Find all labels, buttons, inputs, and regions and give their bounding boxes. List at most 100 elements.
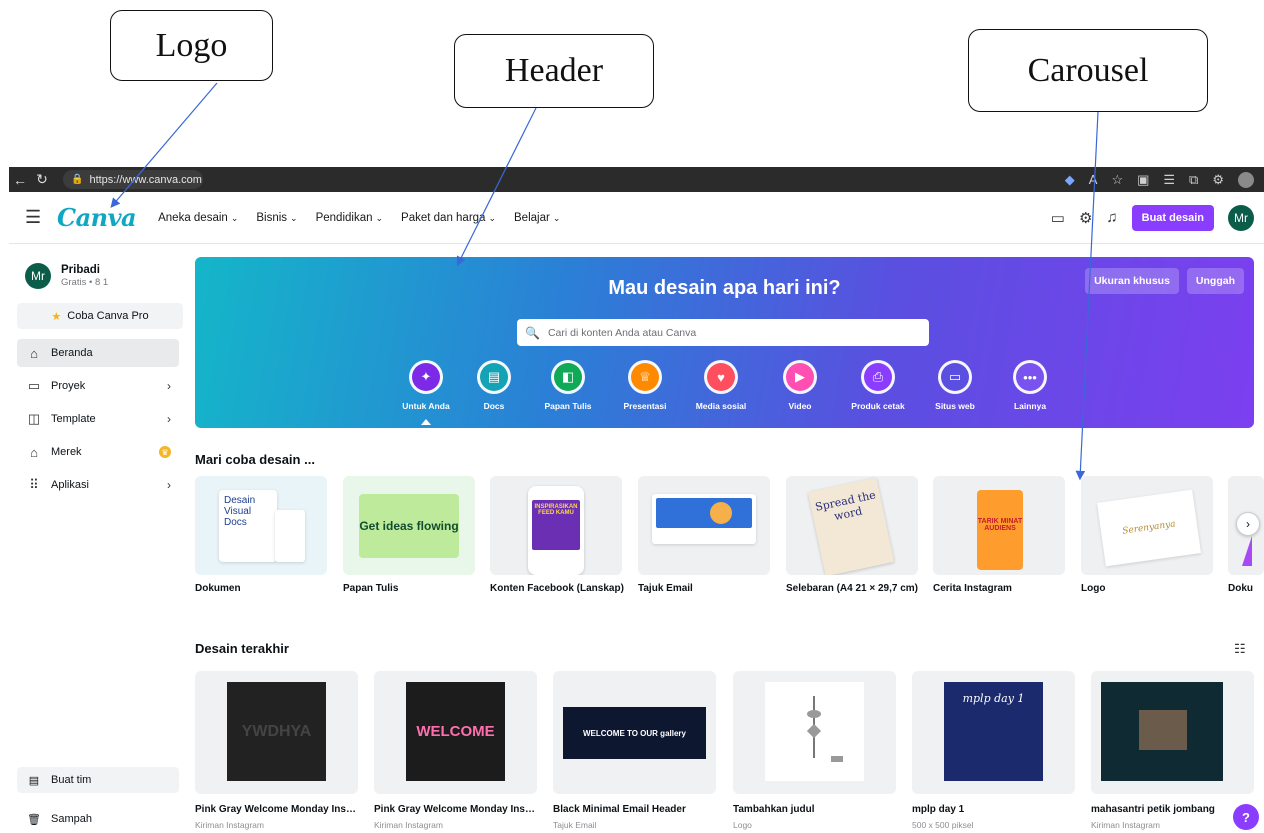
print-icon: ⎙ [864, 363, 892, 391]
flow-node [806, 723, 822, 739]
thumb-text: mplp day 1 [962, 692, 1025, 705]
crown-badge-icon: ♛ [159, 446, 171, 458]
user-profile[interactable]: Mr Pribadi Gratis • 8 1 [25, 263, 187, 289]
favorites-icon[interactable]: ☰ [1163, 172, 1175, 188]
thumb-text: WELCOME TO OUR gallery [583, 728, 686, 738]
nav-item-paket-dan-harga[interactable]: Paket dan harga ⌄ [401, 212, 496, 224]
sidebar-item-aplikasi[interactable]: ⠿ Aplikasi › [17, 471, 179, 499]
selected-category-indicator [421, 419, 431, 425]
tag-icon[interactable]: ◆ [1065, 172, 1075, 188]
settings-icon[interactable]: ⚙ [1079, 209, 1092, 227]
category-label: Lainnya [1013, 401, 1047, 411]
nav-menu: Aneka desain ⌄ Bisnis ⌄ Pendidikan ⌄ Paket … [158, 212, 560, 224]
category-presentasi[interactable]: ♕ Presentasi [610, 363, 680, 411]
search-placeholder: Cari di konten Anda atau Canva [547, 326, 697, 339]
category-lainnya[interactable]: ••• Lainnya [995, 363, 1065, 411]
thumb-doc: Desain Visual Docs [219, 490, 277, 562]
nav-item-label: Aneka desain [158, 211, 228, 224]
tile-instagram-story[interactable]: TARIK MINAT AUDIENS [933, 476, 1065, 575]
nav-item-belajar[interactable]: Belajar ⌄ [514, 212, 560, 224]
recent-title: Pink Gray Welcome Monday Insta... [374, 804, 538, 815]
help-button[interactable]: ? [1233, 804, 1259, 830]
sidebar-item-beranda[interactable]: ⌂ Beranda [17, 339, 179, 367]
thumb-recent: mplp day 1 [944, 682, 1043, 781]
custom-size-button[interactable]: Ukuran khusus [1085, 268, 1179, 294]
try-pro-button[interactable]: ★ Coba Canva Pro [17, 303, 183, 329]
sidebar-item-label: Proyek [51, 380, 86, 392]
page: Logo Header Carousel ← ↻ 🔒 https://www.c… [0, 0, 1264, 833]
recent-title: Pink Gray Welcome Monday Insta... [195, 804, 359, 815]
tile-logo[interactable]: Serenyanya [1081, 476, 1213, 575]
read-aloud-icon[interactable]: A [1089, 172, 1098, 187]
category-situs-web[interactable]: ▭ Situs web [920, 363, 990, 411]
recent-title: Black Minimal Email Header [553, 804, 686, 815]
thumb-doc-small [275, 510, 305, 562]
recent-type: Kiriman Instagram [195, 820, 264, 830]
hero-actions: Ukuran khusus Unggah [1085, 268, 1244, 294]
carousel-next-button[interactable]: › [1236, 512, 1260, 536]
tile-email-header[interactable] [638, 476, 770, 575]
star-icon[interactable]: ☆ [1111, 172, 1123, 188]
nav-item-aneka-desain[interactable]: Aneka desain ⌄ [158, 212, 238, 224]
sidebar-item-merek[interactable]: ⌂ Merek ♛ [17, 438, 179, 466]
upload-button[interactable]: Unggah [1186, 268, 1244, 294]
chevron-down-icon: ⌄ [552, 212, 561, 223]
back-icon[interactable]: ← [9, 172, 31, 188]
create-team-label: Buat tim [51, 774, 92, 786]
extensions-icon[interactable]: ⚙ [1212, 172, 1224, 188]
tile-papan-tulis[interactable]: Get ideas flowing [343, 476, 475, 575]
apps-icon: ⠿ [29, 477, 39, 492]
category-video[interactable]: ▶ Video [765, 363, 835, 411]
recent-design[interactable]: YWDHYA [195, 671, 358, 794]
browser-actions: ◆ A ☆ ▣ ☰ ⧉ ⚙ [1065, 171, 1264, 188]
tile-flyer[interactable]: Spread the word [786, 476, 918, 575]
nav-item-pendidikan[interactable]: Pendidikan ⌄ [316, 212, 383, 224]
tile-facebook[interactable]: INSPIRASIKAN FEED KAMU [490, 476, 622, 575]
recent-design[interactable]: WELCOME [374, 671, 537, 794]
create-design-button[interactable]: Buat desain [1131, 204, 1214, 231]
recent-title: mahasantri petik jombang [1091, 804, 1215, 815]
category-papan-tulis[interactable]: ◧ Papan Tulis [533, 363, 603, 411]
address-bar[interactable]: 🔒 https://www.canva.com [63, 170, 203, 189]
category-media-sosial[interactable]: ♥ Media sosial [686, 363, 756, 411]
recent-type: Tajuk Email [553, 820, 597, 830]
category-label: Situs web [935, 401, 975, 411]
carousel-callout: Carousel [968, 29, 1208, 112]
split-icon[interactable]: ▣ [1137, 172, 1149, 188]
bell-icon[interactable]: ♫ [1106, 209, 1117, 226]
sidebar-item-proyek[interactable]: ▭ Proyek › [17, 372, 179, 400]
tile-dokumen[interactable]: Desain Visual Docs [195, 476, 327, 575]
recent-design[interactable]: WELCOME TO OUR gallery [553, 671, 716, 794]
create-team-button[interactable]: ▤ Buat tim [17, 767, 179, 793]
sidebar: Mr Pribadi Gratis • 8 1 ★ Coba Canva Pro… [9, 245, 187, 833]
header-callout: Header [454, 34, 654, 108]
collections-icon[interactable]: ⧉ [1189, 172, 1198, 188]
nav-item-bisnis[interactable]: Bisnis ⌄ [256, 212, 297, 224]
category-produk-cetak[interactable]: ⎙ Produk cetak [843, 363, 913, 411]
category-docs[interactable]: ▤ Docs [459, 363, 529, 411]
tile-label: Cerita Instagram [933, 583, 1012, 594]
sidebar-item-template[interactable]: ◫ Template › [17, 405, 179, 433]
canva-logo[interactable]: Canva [57, 203, 137, 232]
recent-design[interactable]: mplp day 1 [912, 671, 1075, 794]
reload-icon[interactable]: ↻ [31, 171, 53, 188]
category-label: Produk cetak [851, 401, 905, 411]
sidebar-item-label: Merek [51, 446, 82, 458]
search-input[interactable]: 🔍 Cari di konten Anda atau Canva [517, 319, 929, 346]
template-icon: ◫ [27, 411, 41, 426]
chevron-down-icon: ⌄ [375, 212, 384, 223]
desktop-icon[interactable]: ▭ [1051, 209, 1065, 227]
category-untuk-anda[interactable]: ✦ Untuk Anda [391, 363, 461, 411]
avatar[interactable]: Mr [1228, 204, 1254, 231]
trash-button[interactable]: 🗑 Sampah [17, 807, 179, 831]
menu-icon[interactable]: ☰ [25, 207, 43, 228]
recent-design[interactable] [733, 671, 896, 794]
profile-icon[interactable] [1238, 171, 1254, 188]
nav-item-label: Belajar [514, 211, 550, 224]
recent-design[interactable] [1091, 671, 1254, 794]
video-icon: ▶ [786, 363, 814, 391]
heart-icon: ♥ [707, 363, 735, 391]
recent-type: Kiriman Instagram [374, 820, 443, 830]
category-label: Untuk Anda [402, 401, 450, 411]
list-view-icon[interactable]: ☷ [1234, 641, 1246, 657]
